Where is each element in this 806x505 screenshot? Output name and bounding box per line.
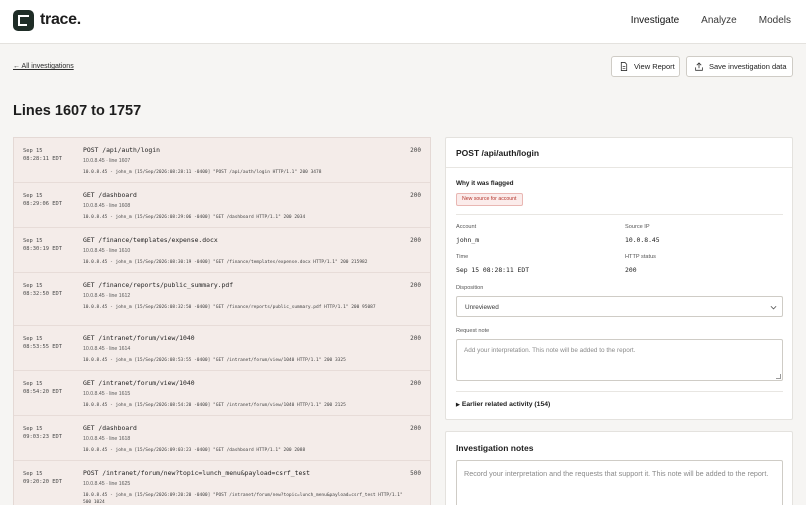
save-investigation-label: Save investigation data <box>709 62 787 71</box>
trace-logo-icon[interactable] <box>13 10 34 31</box>
notes-title: Investigation notes <box>456 443 534 453</box>
log-status: 500 <box>410 470 421 477</box>
log-meta: 10.0.8.45 · line 1614 <box>83 346 131 352</box>
nav-models[interactable]: Models <box>759 15 791 26</box>
disposition-select[interactable]: Unreviewed <box>456 296 783 317</box>
divider <box>456 214 783 215</box>
time-label: Time <box>456 254 469 260</box>
nav-investigate[interactable]: Investigate <box>631 15 679 26</box>
log-meta: 10.0.8.45 · line 1612 <box>83 293 131 299</box>
app-name[interactable]: trace. <box>40 11 81 29</box>
log-meta: 10.0.8.45 · line 1625 <box>83 481 131 487</box>
all-investigations-link[interactable]: ← All investigations <box>13 63 74 70</box>
log-date: Sep 15 08:53:55 EDT <box>23 336 62 350</box>
log-date: Sep 15 08:54:20 EDT <box>23 381 62 395</box>
flag-reason-badge: New source for account <box>456 193 523 206</box>
divider <box>456 391 783 392</box>
view-report-button[interactable]: View Report <box>611 56 680 77</box>
log-status: 200 <box>410 425 421 432</box>
log-request: POST /api/auth/login <box>83 146 160 154</box>
triangle-right-icon: ▶ <box>456 402 460 408</box>
earlier-activity-label: Earlier related activity (154) <box>461 401 551 408</box>
log-status: 200 <box>410 147 421 154</box>
time-value: Sep 15 08:28:11 EDT <box>456 266 530 274</box>
source-ip-label: Source IP <box>625 224 650 230</box>
log-list: Sep 15 08:28:11 EDT POST /api/auth/login … <box>13 137 431 505</box>
log-raw: 10.0.8.45 - john_m [15/Sep/2026:08:54:20… <box>83 403 346 408</box>
request-detail-card: POST /api/auth/login Why it was flagged … <box>445 137 793 420</box>
detail-title: POST /api/auth/login <box>456 148 540 158</box>
log-row[interactable]: Sep 15 08:53:55 EDT GET /intranet/forum/v… <box>14 326 430 371</box>
disposition-label: Disposition <box>456 285 484 291</box>
log-status: 200 <box>410 282 421 289</box>
log-row[interactable]: Sep 15 08:29:06 EDT GET /dashboard 10.0.8… <box>14 183 430 228</box>
chevron-down-icon <box>770 305 777 310</box>
log-date: Sep 15 08:30:19 EDT <box>23 238 62 252</box>
http-status-label: HTTP status <box>625 254 656 260</box>
log-request: GET /dashboard <box>83 191 137 199</box>
log-request: POST /intranet/forum/new?topic=lunch_men… <box>83 469 311 477</box>
log-raw: 10.0.8.45 - john_m [15/Sep/2026:08:30:19… <box>83 260 368 265</box>
resize-handle-icon[interactable] <box>776 374 781 379</box>
investigation-notes-input[interactable] <box>456 460 783 505</box>
request-note-label: Request note <box>456 328 490 334</box>
log-request: GET /finance/templates/expense.docx <box>83 236 218 244</box>
log-status: 200 <box>410 380 421 387</box>
disposition-value: Unreviewed <box>465 304 499 311</box>
log-date: Sep 15 08:28:11 EDT <box>23 148 62 162</box>
log-date: Sep 15 08:29:06 EDT <box>23 193 62 207</box>
log-meta: 10.0.8.45 · line 1608 <box>83 203 131 209</box>
nav-analyze[interactable]: Analyze <box>701 15 737 26</box>
log-raw: 10.0.8.45 - john_m [15/Sep/2026:08:32:50… <box>83 305 376 310</box>
why-flagged-heading: Why it was flagged <box>456 180 514 187</box>
log-meta: 10.0.8.45 · line 1615 <box>83 391 131 397</box>
log-status: 200 <box>410 237 421 244</box>
log-raw: 10.0.8.45 - john_m [15/Sep/2026:08:28:11… <box>83 170 322 175</box>
source-ip-value: 10.0.8.45 <box>625 236 660 244</box>
request-note-input[interactable] <box>456 339 783 381</box>
log-row[interactable]: Sep 15 08:30:19 EDT GET /finance/template… <box>14 228 430 273</box>
log-row[interactable]: Sep 15 08:32:50 EDT GET /finance/reports/… <box>14 273 430 326</box>
log-date: Sep 15 08:32:50 EDT <box>23 283 62 297</box>
log-request: GET /intranet/forum/view/1040 <box>83 379 195 387</box>
log-raw: 10.0.8.45 - john_m [15/Sep/2026:08:29:06… <box>83 215 306 220</box>
log-status: 200 <box>410 335 421 342</box>
page-title: Lines 1607 to 1757 <box>13 103 142 119</box>
save-investigation-button[interactable]: Save investigation data <box>686 56 793 77</box>
log-row[interactable]: Sep 15 08:28:11 EDT POST /api/auth/login … <box>14 138 430 183</box>
log-row[interactable]: Sep 15 09:20:20 EDT POST /intranet/forum/… <box>14 461 430 505</box>
log-status: 200 <box>410 192 421 199</box>
log-meta: 10.0.8.45 · line 1618 <box>83 436 131 442</box>
http-status-value: 200 <box>625 266 637 274</box>
earlier-activity-toggle[interactable]: ▶ Earlier related activity (154) <box>456 401 550 408</box>
view-report-label: View Report <box>634 62 675 71</box>
account-label: Account <box>456 224 477 230</box>
log-row[interactable]: Sep 15 08:54:20 EDT GET /intranet/forum/v… <box>14 371 430 416</box>
log-raw: 10.0.8.45 - john_m [15/Sep/2026:09:20:20… <box>83 493 403 505</box>
log-row[interactable]: Sep 15 09:03:23 EDT GET /dashboard 10.0.8… <box>14 416 430 461</box>
top-header: trace. Investigate Analyze Models <box>0 0 806 44</box>
log-request: GET /finance/reports/public_summary.pdf <box>83 281 234 289</box>
divider <box>446 167 792 168</box>
log-raw: 10.0.8.45 - john_m [15/Sep/2026:09:03:23… <box>83 448 306 453</box>
log-raw: 10.0.8.45 - john_m [15/Sep/2026:08:53:55… <box>83 358 346 363</box>
log-date: Sep 15 09:03:23 EDT <box>23 426 62 440</box>
main-nav: Investigate Analyze Models <box>609 15 791 26</box>
log-date: Sep 15 09:20:20 EDT <box>23 471 62 485</box>
account-value: john_m <box>456 236 480 244</box>
log-request: GET /intranet/forum/view/1040 <box>83 334 195 342</box>
log-meta: 10.0.8.45 · line 1607 <box>83 158 131 164</box>
investigation-notes-card: Investigation notes <box>445 431 793 505</box>
document-icon <box>620 62 628 71</box>
upload-icon <box>695 62 703 71</box>
log-meta: 10.0.8.45 · line 1610 <box>83 248 131 254</box>
log-request: GET /dashboard <box>83 424 137 432</box>
